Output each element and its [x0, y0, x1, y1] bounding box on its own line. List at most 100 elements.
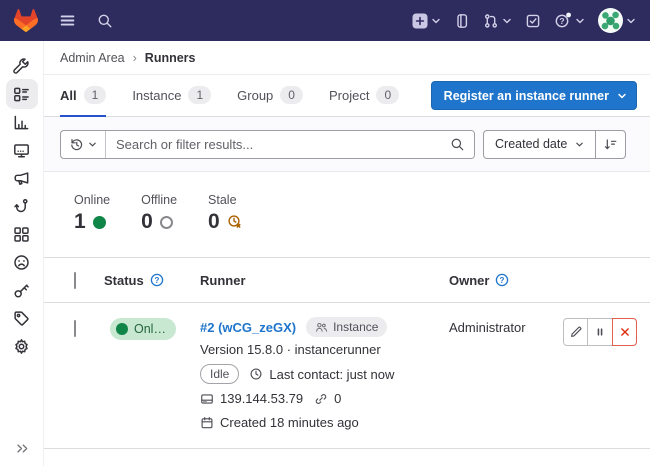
created-ago-text: Created 18 minutes ago: [220, 413, 359, 432]
stat-value: 0: [208, 210, 220, 234]
tab-group[interactable]: Group 0: [237, 75, 303, 117]
edit-runner-button[interactable]: [563, 318, 588, 346]
svg-text:?: ?: [154, 276, 159, 285]
search-filter-box: [60, 130, 475, 159]
new-menu-button[interactable]: [412, 13, 441, 29]
gitlab-logo-icon[interactable]: [14, 9, 38, 32]
last-contact-text: Last contact: just now: [269, 365, 394, 384]
delete-runner-button[interactable]: [612, 318, 637, 346]
sidebar-item-settings[interactable]: [6, 332, 38, 360]
question-icon: ?: [554, 12, 572, 29]
sidebar-item-monitoring[interactable]: [6, 136, 38, 164]
sidebar-item-overview[interactable]: [6, 79, 38, 109]
tab-label: Group: [237, 88, 273, 103]
tab-project[interactable]: Project 0: [329, 75, 399, 117]
pencil-icon: [569, 325, 583, 339]
sidebar-item-system-hooks[interactable]: [6, 192, 38, 220]
help-button[interactable]: ?: [554, 12, 585, 29]
apps-icon: [13, 226, 30, 243]
sort-descending-icon: [603, 137, 618, 152]
todos-button[interactable]: [525, 13, 541, 29]
sort-control: Created date: [483, 130, 626, 159]
stat-label: Stale: [208, 193, 243, 207]
runner-name-link[interactable]: #2 (wCG_zeGX): [200, 318, 296, 337]
stat-online: Online 1: [74, 193, 110, 257]
close-x-icon: [618, 325, 632, 339]
sidebar-item-labels[interactable]: [6, 304, 38, 332]
sidebar-collapse-button[interactable]: [0, 441, 44, 456]
search-icon[interactable]: [97, 13, 113, 29]
recent-searches-button[interactable]: [61, 131, 106, 158]
link-icon: [314, 392, 328, 406]
version-text: Version 15.8.0 · instancerunner: [200, 340, 381, 359]
chevron-down-icon: [88, 140, 97, 149]
avatar: [598, 8, 623, 33]
pause-icon: [593, 325, 607, 339]
runner-column-header: Runner: [200, 273, 246, 288]
monitor-icon: [13, 142, 30, 159]
admin-sidebar: [0, 41, 44, 466]
sidebar-item-applications[interactable]: [6, 220, 38, 248]
register-instance-runner-button[interactable]: Register an instance runner: [431, 81, 637, 110]
runners-table-header: Status ? Runner Owner ?: [44, 258, 650, 303]
top-navbar: ?: [0, 0, 650, 41]
sidebar-item-abuse-reports[interactable]: [6, 248, 38, 276]
select-all-checkbox[interactable]: [74, 272, 76, 289]
owner-link[interactable]: Administrator: [449, 317, 526, 335]
chevron-down-icon: [502, 16, 512, 26]
chevron-down-icon: [575, 140, 584, 149]
ip-disk-icon: [200, 392, 214, 406]
tab-all[interactable]: All 1: [60, 75, 106, 117]
key-icon: [13, 282, 30, 299]
gear-icon: [13, 338, 30, 355]
owner-help-icon[interactable]: ?: [495, 273, 509, 287]
status-help-icon[interactable]: ?: [150, 273, 164, 287]
merge-requests-button[interactable]: [483, 13, 512, 29]
user-menu-button[interactable]: [598, 8, 636, 33]
tab-count-badge: 0: [376, 86, 399, 104]
plus-icon: [412, 13, 428, 29]
sidebar-item-admin-overview[interactable]: [6, 52, 38, 80]
filter-bar: Created date: [44, 117, 650, 172]
magnifier-icon: [450, 137, 465, 152]
runner-stats: Online 1 Offline 0 Stale 0: [44, 172, 650, 258]
history-icon: [69, 137, 84, 152]
stat-label: Online: [74, 193, 110, 207]
breadcrumb: Admin Area › Runners: [44, 41, 650, 75]
sidebar-item-deploy-keys[interactable]: [6, 276, 38, 304]
runner-version-line: Version 15.8.0 · instancerunner: [200, 340, 449, 359]
hamburger-menu-icon[interactable]: [59, 12, 76, 29]
tab-instance[interactable]: Instance 1: [132, 75, 211, 117]
search-input[interactable]: [106, 137, 441, 152]
calendar-icon: [200, 416, 214, 430]
sort-direction-button[interactable]: [595, 131, 625, 158]
chevron-down-icon: [575, 16, 585, 26]
issues-button[interactable]: [454, 13, 470, 29]
job-count-text[interactable]: 0: [334, 389, 341, 408]
bullhorn-icon: [13, 170, 30, 187]
breadcrumb-admin-area[interactable]: Admin Area: [60, 51, 125, 65]
online-dot-icon: [93, 216, 106, 229]
sort-by-dropdown[interactable]: Created date: [484, 137, 595, 151]
users-icon: [315, 321, 328, 334]
clock-icon: [249, 367, 263, 381]
status-badge-label: Online: [134, 322, 167, 336]
merge-request-icon: [483, 13, 499, 29]
sort-by-label: Created date: [495, 137, 567, 151]
chart-icon: [13, 114, 30, 131]
chevron-down-icon: [431, 16, 441, 26]
svg-text:?: ?: [559, 16, 564, 26]
sidebar-item-analytics[interactable]: [6, 108, 38, 136]
runner-actions: [563, 318, 637, 346]
row-checkbox[interactable]: [74, 320, 76, 337]
search-submit-button[interactable]: [441, 131, 474, 158]
sidebar-item-messages[interactable]: [6, 164, 38, 192]
svg-text:?: ?: [500, 276, 505, 285]
owner-column-header: Owner: [449, 273, 489, 288]
instance-type-badge: Instance: [306, 317, 387, 337]
pause-runner-button[interactable]: [588, 318, 613, 346]
offline-ring-icon: [160, 216, 173, 229]
todo-check-icon: [525, 13, 541, 29]
stat-label: Offline: [141, 193, 177, 207]
register-button-label: Register an instance runner: [444, 89, 609, 103]
